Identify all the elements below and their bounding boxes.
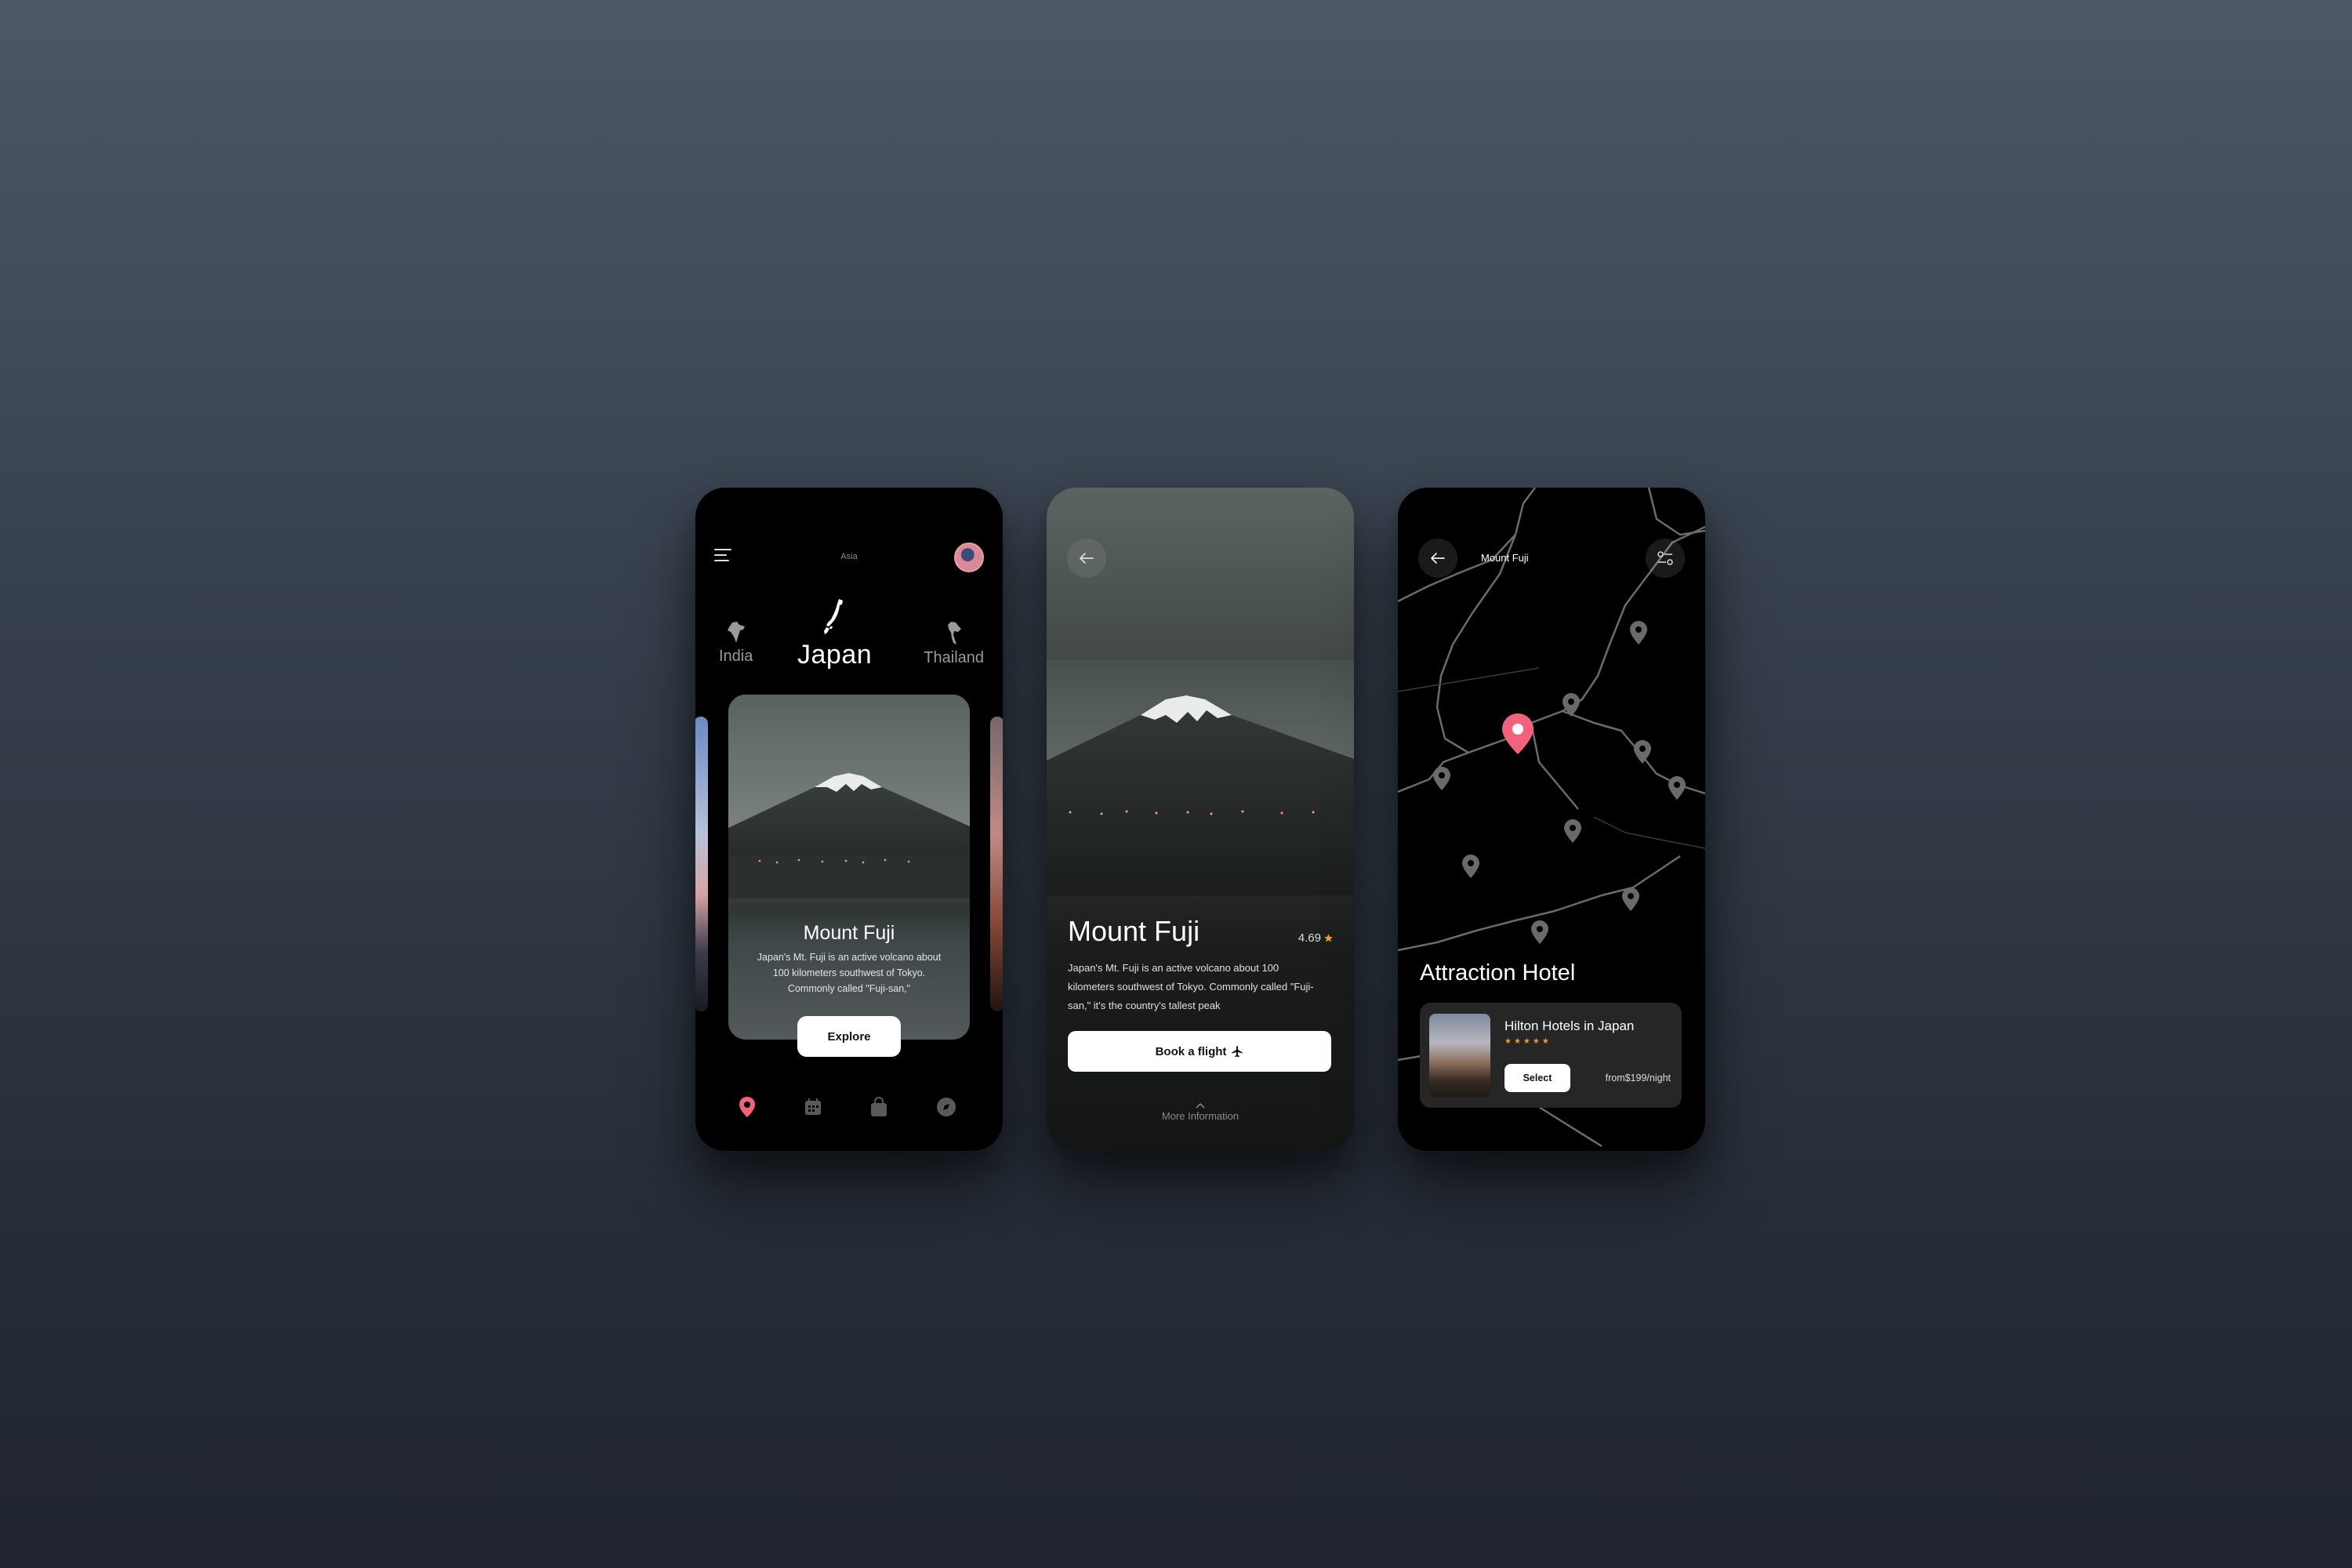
page-title: Mount Fuji (1481, 552, 1529, 564)
calendar-icon (805, 1098, 821, 1115)
hotel-image (1429, 1014, 1490, 1097)
description: Japan's Mt. Fuji is an active volcano ab… (1068, 962, 1314, 1011)
card-title: Mount Fuji (803, 922, 895, 944)
country-carousel: India Japan Thailand (695, 597, 1003, 670)
next-destination-card[interactable] (990, 717, 1003, 1011)
mountain-photo (1047, 660, 1354, 895)
tab-calendar[interactable] (797, 1091, 829, 1123)
phone-map-screen: Mount Fuji Attraction Hotel Hilton Hotel… (1398, 488, 1705, 1151)
explore-button[interactable]: Explore (797, 1016, 901, 1057)
arrow-left-icon (1080, 553, 1094, 564)
destination-card[interactable]: Mount Fuji Japan's Mt. Fuji is an active… (728, 695, 970, 1040)
book-flight-label: Book a flight (1155, 1044, 1227, 1058)
page-title: Mount Fuji (1068, 915, 1200, 947)
filter-button[interactable] (1646, 539, 1685, 578)
bag-icon (871, 1097, 887, 1116)
rating: 4.69 (1298, 931, 1334, 945)
region-label: Asia (840, 552, 858, 561)
star-icon (1324, 934, 1333, 942)
back-button[interactable] (1067, 539, 1106, 578)
filter-icon (1657, 551, 1673, 565)
country-name: India (719, 648, 753, 665)
more-information-label: More Information (1161, 1110, 1240, 1122)
compass-icon (937, 1098, 956, 1116)
header: Asia (714, 543, 984, 574)
airplane-icon (1232, 1045, 1243, 1058)
japan-map-icon (823, 599, 843, 634)
chevron-up-icon (1196, 1103, 1205, 1109)
country-thailand[interactable]: Thailand (924, 621, 984, 667)
rating-value: 4.69 (1298, 931, 1321, 945)
country-name: Japan (797, 640, 873, 670)
avatar[interactable] (954, 543, 984, 572)
more-information[interactable]: More Information (1047, 1103, 1354, 1122)
thailand-map-icon (947, 622, 961, 644)
hotel-star-rating: ★★★★★ (1504, 1037, 1552, 1046)
book-flight-button[interactable]: Book a flight (1068, 1031, 1331, 1072)
arrow-left-icon (1431, 553, 1445, 564)
back-button[interactable] (1418, 539, 1457, 578)
select-button[interactable]: Select (1504, 1064, 1570, 1092)
phone-detail-screen: Mount Fuji 4.69 Japan's Mt. Fuji is an a… (1047, 488, 1354, 1151)
mountain-photo (728, 695, 970, 898)
prev-destination-card[interactable] (695, 717, 708, 1011)
location-icon (739, 1097, 755, 1117)
phone-explore-screen: Asia India Japan Thailand Mount Fuji Jap… (695, 488, 1003, 1151)
country-japan[interactable]: Japan (797, 597, 872, 670)
card-description: Japan's Mt. Fuji is an active volcano ab… (757, 952, 942, 994)
india-map-icon (727, 622, 745, 643)
tab-location[interactable] (731, 1091, 763, 1123)
hotel-name: Hilton Hotels in Japan (1504, 1018, 1635, 1033)
header: Mount Fuji (1418, 539, 1685, 578)
tab-bar (695, 1091, 1003, 1123)
section-title: Attraction Hotel (1420, 960, 1576, 985)
tab-compass[interactable] (931, 1091, 962, 1123)
country-india[interactable]: India (719, 621, 753, 666)
country-name: Thailand (924, 649, 984, 666)
tab-bag[interactable] (863, 1091, 895, 1123)
hotel-card[interactable]: Hilton Hotels in Japan ★★★★★ Select from… (1420, 1003, 1682, 1108)
hotel-price: from$199/night (1605, 1073, 1671, 1083)
